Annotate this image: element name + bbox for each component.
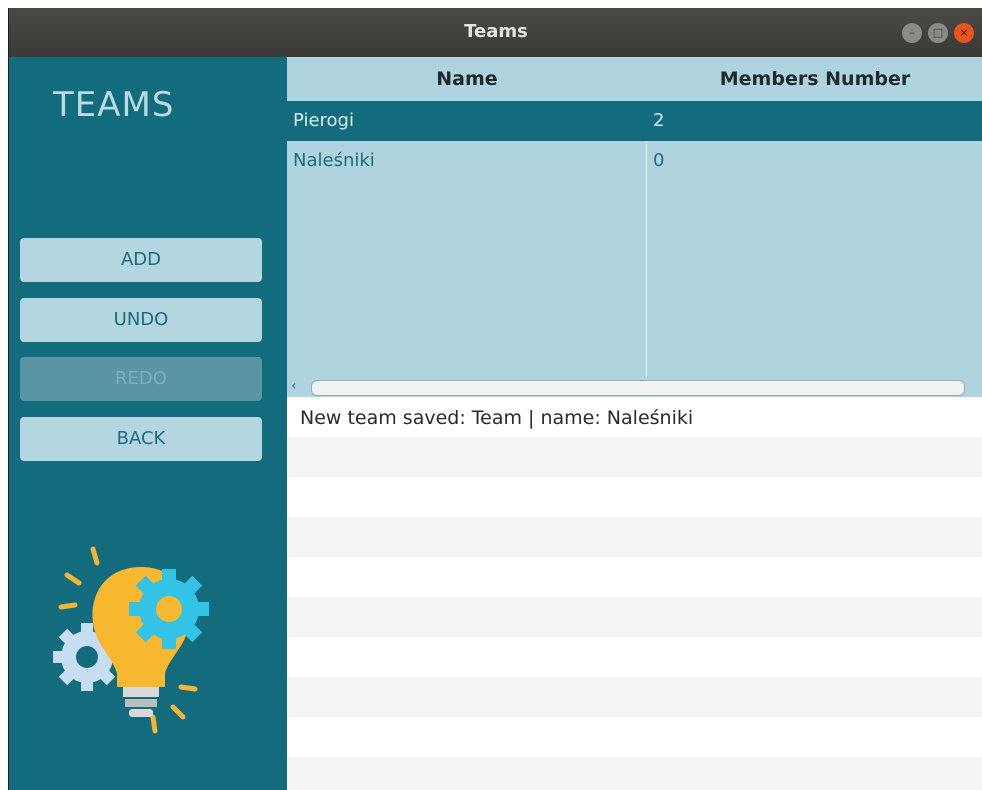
list-item bbox=[287, 437, 982, 477]
column-header-name[interactable]: Name bbox=[287, 68, 647, 90]
column-header-members-number[interactable]: Members Number bbox=[647, 68, 982, 90]
list-item[interactable]: New team saved: Team | name: Naleśniki bbox=[287, 397, 982, 437]
log-message: New team saved: Team | name: Naleśniki bbox=[300, 407, 694, 429]
redo-button[interactable]: REDO bbox=[20, 357, 262, 401]
table-row[interactable]: Naleśniki 0 bbox=[287, 141, 982, 181]
undo-button[interactable]: UNDO bbox=[20, 298, 262, 342]
maximize-icon[interactable]: □ bbox=[928, 23, 948, 43]
title-bar[interactable]: Teams – □ × bbox=[9, 8, 982, 57]
scroll-left-icon[interactable]: ‹ bbox=[291, 378, 297, 394]
app-window: Teams – □ × TEAMS ADD UNDO REDO BACK Nam… bbox=[8, 8, 982, 790]
back-button[interactable]: BACK bbox=[20, 417, 262, 461]
horizontal-scrollbar[interactable]: ‹ bbox=[287, 377, 982, 397]
table-header: Name Members Number bbox=[287, 57, 982, 101]
teams-table[interactable]: Name Members Number Pierogi 2 Naleśniki … bbox=[287, 57, 982, 397]
sidebar-heading: TEAMS bbox=[53, 85, 175, 125]
list-item bbox=[287, 757, 982, 790]
window-title: Teams bbox=[464, 21, 528, 42]
log-list[interactable]: New team saved: Team | name: Naleśniki bbox=[287, 397, 982, 790]
list-item bbox=[287, 717, 982, 757]
cell-members: 0 bbox=[653, 150, 665, 171]
screen: Teams – □ × TEAMS ADD UNDO REDO BACK Nam… bbox=[0, 0, 982, 790]
list-item bbox=[287, 557, 982, 597]
list-item bbox=[287, 597, 982, 637]
list-item bbox=[287, 677, 982, 717]
cell-name: Pierogi bbox=[293, 110, 354, 131]
minimize-icon[interactable]: – bbox=[902, 23, 922, 43]
cell-members: 2 bbox=[653, 110, 665, 131]
list-item bbox=[287, 477, 982, 517]
scrollbar-thumb[interactable] bbox=[311, 380, 965, 396]
close-icon[interactable]: × bbox=[954, 23, 974, 43]
list-item bbox=[287, 637, 982, 677]
sidebar: TEAMS ADD UNDO REDO BACK bbox=[9, 57, 287, 790]
add-button[interactable]: ADD bbox=[20, 238, 262, 282]
table-row[interactable]: Pierogi 2 bbox=[287, 101, 982, 141]
lightbulb-gears-icon bbox=[53, 546, 209, 734]
list-item bbox=[287, 517, 982, 557]
cell-name: Naleśniki bbox=[293, 150, 375, 171]
